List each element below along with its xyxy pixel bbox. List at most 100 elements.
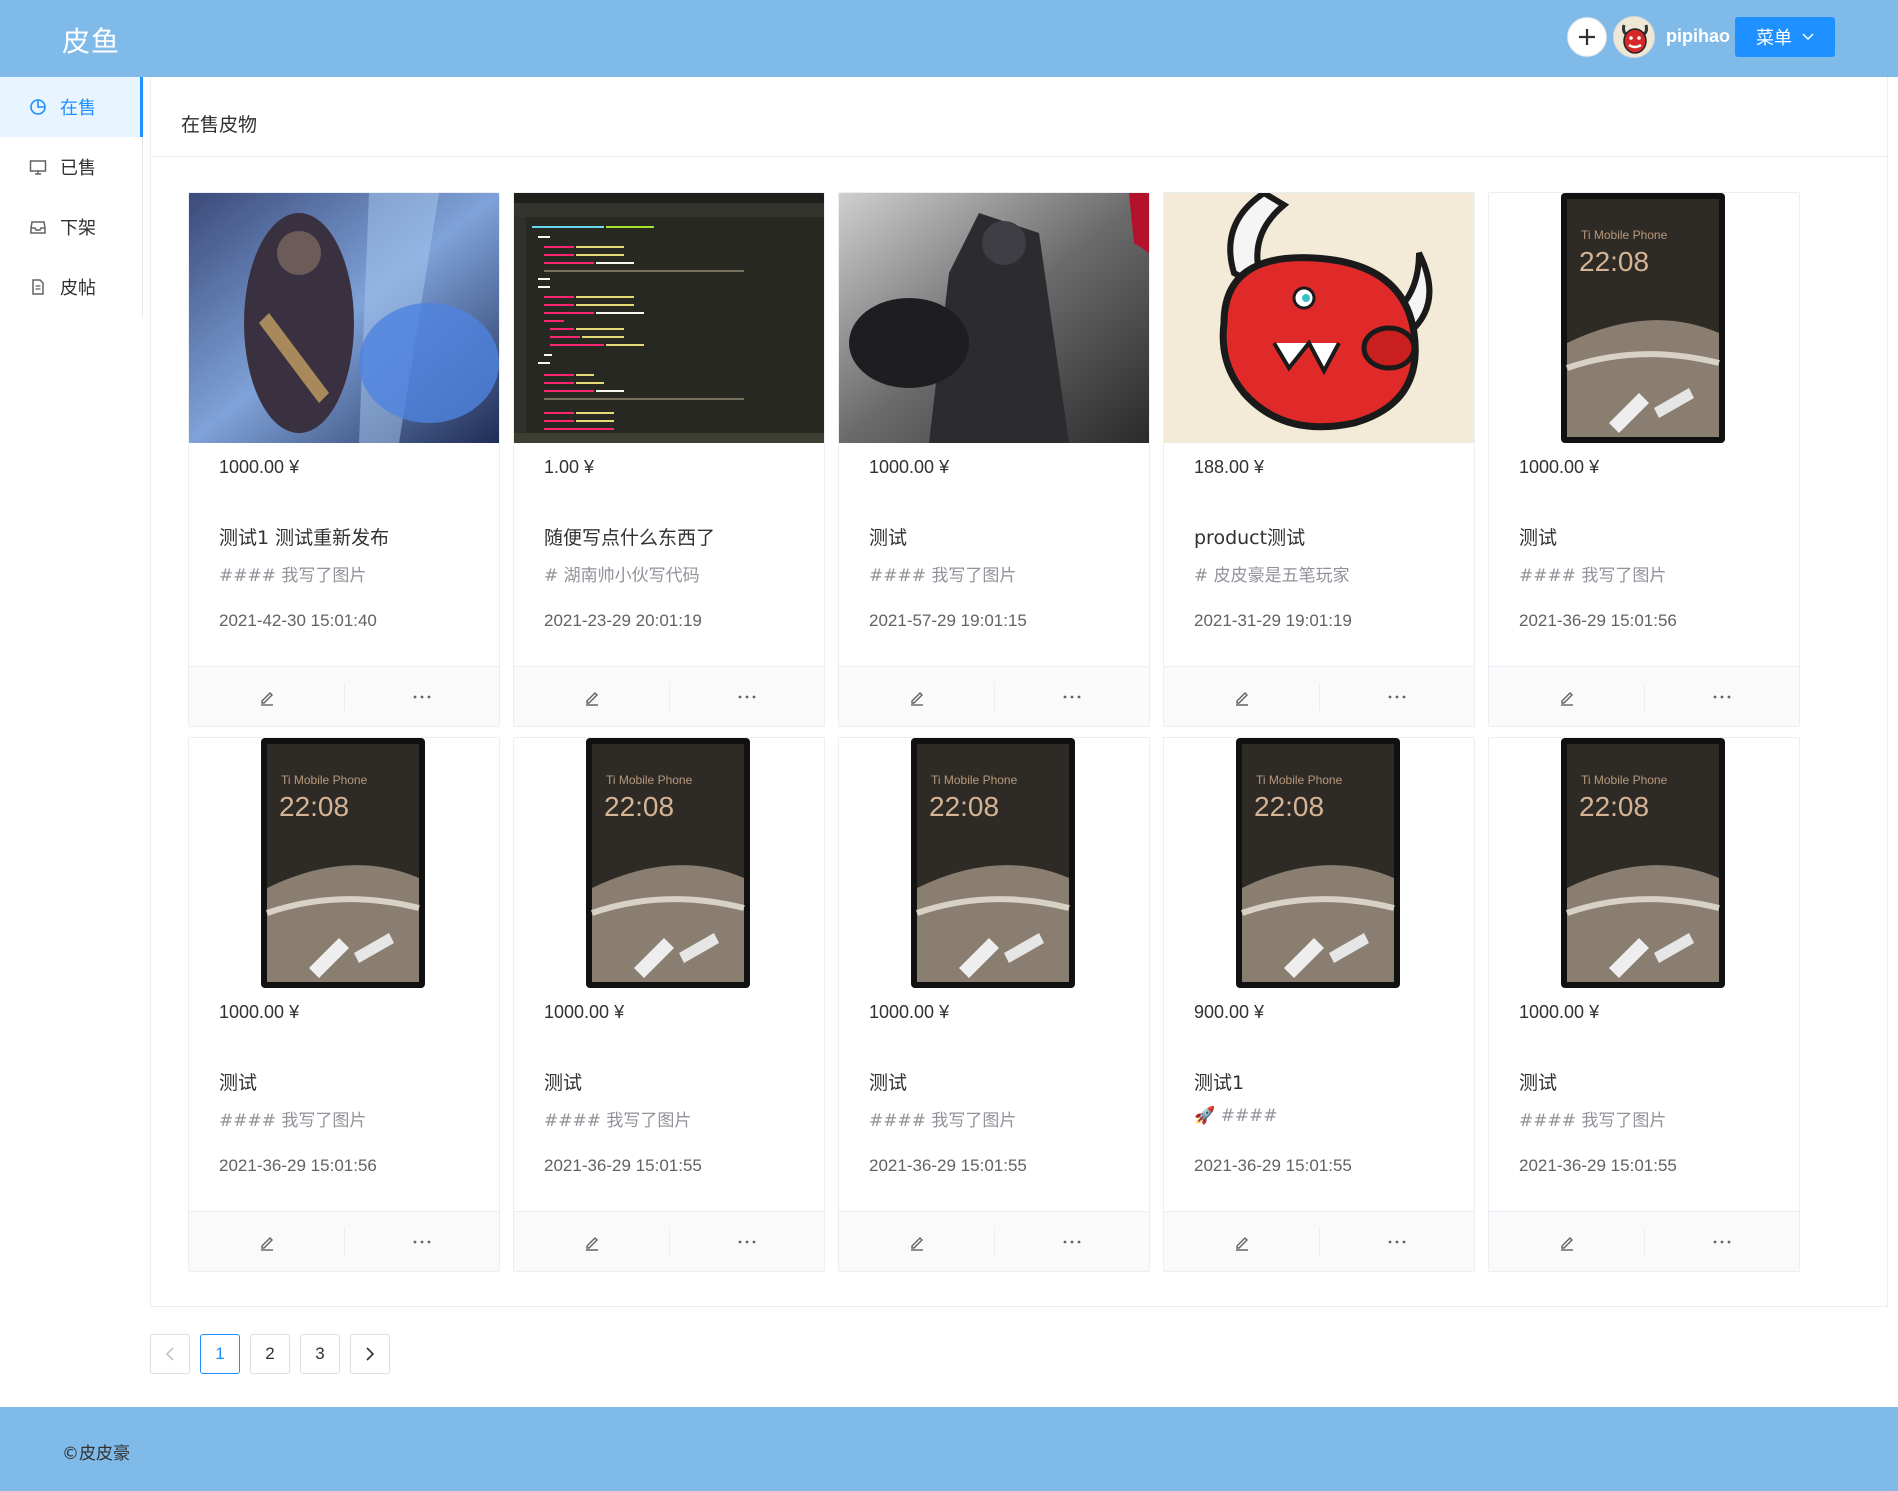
product-card[interactable]: Ti Mobile Phone 22:08 1000.00 ¥ 测试 #### 我写了图… xyxy=(1488,737,1800,1272)
more-button[interactable] xyxy=(1644,1212,1799,1271)
sidebar-item-sold[interactable]: 已售 xyxy=(0,137,142,197)
more-button[interactable] xyxy=(1319,667,1474,726)
more-button[interactable] xyxy=(1319,1212,1474,1271)
product-image[interactable]: Ti Mobile Phone 22:08 xyxy=(1489,738,1799,988)
pagination: 1 2 3 xyxy=(150,1334,390,1374)
phone-clock-text: 22:08 xyxy=(604,791,674,822)
product-time: 2021-36-29 15:01:55 xyxy=(1194,1156,1352,1175)
product-description: # 皮皮豪是五笔玩家 xyxy=(1194,566,1350,586)
product-title[interactable]: 测试1 xyxy=(1194,1068,1244,1095)
product-price: 1000.00 ¥ xyxy=(1519,457,1600,477)
product-card[interactable]: 188.00 ¥ product测试 # 皮皮豪是五笔玩家 2021-31-29… xyxy=(1163,192,1475,727)
card-actions xyxy=(514,666,824,726)
top-header: 皮鱼 pipihao 菜单 xyxy=(0,0,1898,77)
phone-clock-text: 22:08 xyxy=(1579,246,1649,277)
sidebar-item-removed[interactable]: 下架 xyxy=(0,197,142,257)
product-card[interactable]: Ti Mobile Phone 22:08 1000.00 ¥ 测试 #### 我写了图… xyxy=(838,737,1150,1272)
product-time: 2021-36-29 15:01:55 xyxy=(1519,1156,1677,1175)
sidebar-item-label: 下架 xyxy=(60,218,96,239)
page-1-button[interactable]: 1 xyxy=(200,1334,240,1374)
page-2-button[interactable]: 2 xyxy=(250,1334,290,1374)
product-description: #### 我写了图片 xyxy=(869,566,1017,586)
phone-brand-text: Ti Mobile Phone xyxy=(606,773,693,787)
more-button[interactable] xyxy=(669,1212,824,1271)
product-title[interactable]: 测试1 测试重新发布 xyxy=(219,523,389,550)
product-title[interactable]: 测试 xyxy=(869,523,907,550)
more-button[interactable] xyxy=(669,667,824,726)
product-description: #### 我写了图片 xyxy=(869,1111,1017,1131)
card-actions xyxy=(514,1211,824,1271)
product-card[interactable]: Ti Mobile Phone 22:08 900.00 ¥ 测试1 🚀 #### 202… xyxy=(1163,737,1475,1272)
product-image[interactable] xyxy=(189,193,499,443)
card-actions xyxy=(1489,1211,1799,1271)
edit-button[interactable] xyxy=(189,667,344,726)
menu-dropdown-button[interactable]: 菜单 xyxy=(1735,17,1835,57)
app-logo[interactable]: 皮鱼 xyxy=(62,20,120,60)
product-image[interactable]: Ti Mobile Phone 22:08 xyxy=(839,738,1149,988)
product-image[interactable] xyxy=(839,193,1149,443)
product-title[interactable]: 测试 xyxy=(1519,523,1557,550)
avatar[interactable] xyxy=(1613,16,1655,58)
product-title[interactable]: 测试 xyxy=(544,1068,582,1095)
product-card[interactable]: Ti Mobile Phone 22:08 1000.00 ¥ 测试 #### 我写了图… xyxy=(188,737,500,1272)
more-button[interactable] xyxy=(994,1212,1149,1271)
edit-button[interactable] xyxy=(514,1212,669,1271)
edit-button[interactable] xyxy=(839,1212,994,1271)
phone-brand-text: Ti Mobile Phone xyxy=(1256,773,1343,787)
plus-icon xyxy=(1579,29,1595,45)
ellipsis-icon xyxy=(1063,695,1080,699)
edit-button[interactable] xyxy=(1164,1212,1319,1271)
edit-icon xyxy=(260,1237,273,1251)
product-image[interactable]: Ti Mobile Phone 22:08 xyxy=(1489,193,1799,443)
card-actions xyxy=(189,1211,499,1271)
sidebar-item-on-sale[interactable]: 在售 xyxy=(0,77,143,137)
product-card[interactable]: Ti Mobile Phone 22:08 1000.00 ¥ 测试 #### 我写了图… xyxy=(513,737,825,1272)
product-card[interactable]: 1000.00 ¥ 测试1 测试重新发布 #### 我写了图片 2021-42-… xyxy=(188,192,500,727)
product-title[interactable]: 测试 xyxy=(219,1068,257,1095)
phone-clock-text: 22:08 xyxy=(279,791,349,822)
edit-icon xyxy=(1560,1237,1573,1251)
card-actions xyxy=(1164,666,1474,726)
page-3-button[interactable]: 3 xyxy=(300,1334,340,1374)
edit-icon xyxy=(260,692,273,706)
product-card[interactable]: 1.00 ¥ 随便写点什么东西了 # 湖南帅小伙写代码 2021-23-29 2… xyxy=(513,192,825,727)
product-description: #### 我写了图片 xyxy=(219,1111,367,1131)
product-title[interactable]: 随便写点什么东西了 xyxy=(544,523,715,550)
product-title[interactable]: 测试 xyxy=(1519,1068,1557,1095)
edit-icon xyxy=(1235,1237,1248,1251)
prev-page-button[interactable] xyxy=(150,1334,190,1374)
product-card[interactable]: 1000.00 ¥ 测试 #### 我写了图片 2021-57-29 19:01… xyxy=(838,192,1150,727)
product-image[interactable] xyxy=(1164,193,1474,443)
product-image[interactable]: Ti Mobile Phone 22:08 xyxy=(1164,738,1474,988)
more-button[interactable] xyxy=(344,667,499,726)
more-button[interactable] xyxy=(994,667,1149,726)
product-price: 1000.00 ¥ xyxy=(1519,1002,1600,1022)
product-title[interactable]: product测试 xyxy=(1194,523,1305,550)
next-page-button[interactable] xyxy=(350,1334,390,1374)
more-button[interactable] xyxy=(1644,667,1799,726)
add-button[interactable] xyxy=(1567,17,1607,57)
edit-button[interactable] xyxy=(514,667,669,726)
edit-button[interactable] xyxy=(189,1212,344,1271)
edit-button[interactable] xyxy=(1164,667,1319,726)
more-button[interactable] xyxy=(344,1212,499,1271)
sidebar-item-posts[interactable]: 皮帖 xyxy=(0,257,142,317)
phone-brand-text: Ti Mobile Phone xyxy=(1581,773,1668,787)
bull-avatar-icon xyxy=(1614,17,1654,57)
product-image[interactable]: Ti Mobile Phone 22:08 xyxy=(189,738,499,988)
product-image[interactable] xyxy=(514,193,824,443)
product-price: 188.00 ¥ xyxy=(1194,457,1265,477)
edit-button[interactable] xyxy=(1489,1212,1644,1271)
edit-button[interactable] xyxy=(839,667,994,726)
product-time: 2021-36-29 15:01:56 xyxy=(219,1156,377,1175)
username[interactable]: pipihao xyxy=(1666,26,1730,47)
edit-button[interactable] xyxy=(1489,667,1644,726)
product-image[interactable]: Ti Mobile Phone 22:08 xyxy=(514,738,824,988)
ellipsis-icon xyxy=(738,1240,755,1244)
card-actions xyxy=(839,666,1149,726)
edit-icon xyxy=(910,692,923,706)
product-card[interactable]: Ti Mobile Phone 22:08 1000.00 ¥ 测试 #### 我写了图… xyxy=(1488,192,1800,727)
product-photo-phone: Ti Mobile Phone 22:08 xyxy=(1489,193,1799,443)
card-actions xyxy=(189,666,499,726)
product-title[interactable]: 测试 xyxy=(869,1068,907,1095)
